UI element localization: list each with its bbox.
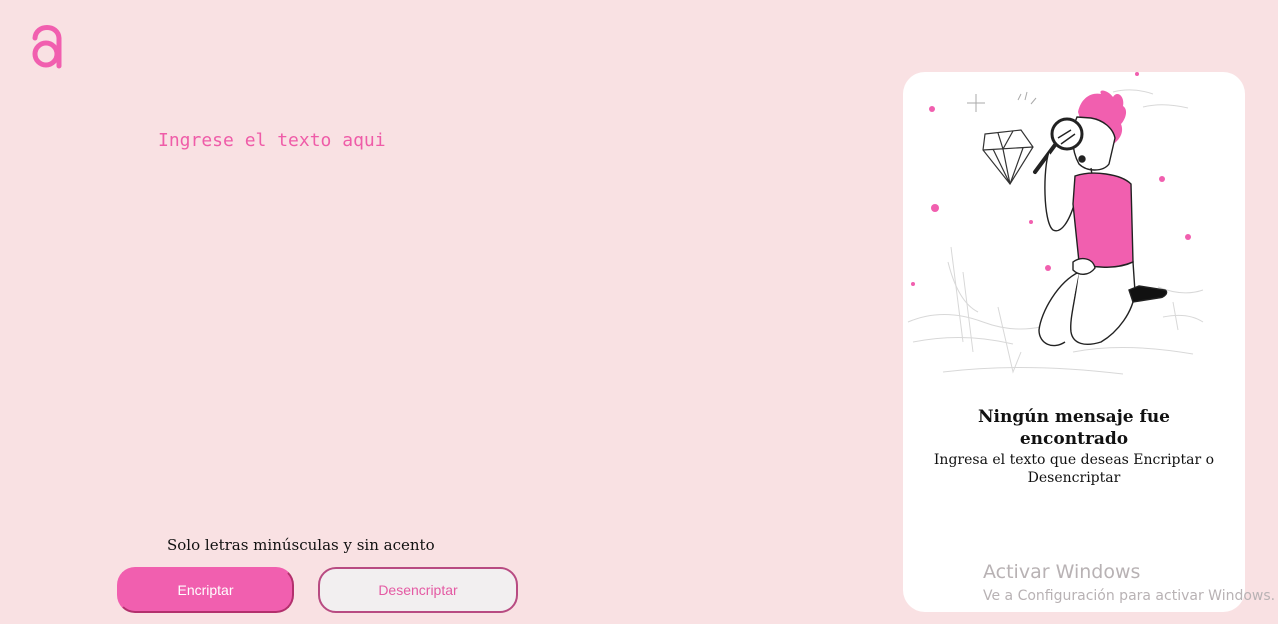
- encrypt-button-label: Encriptar: [177, 582, 234, 598]
- output-panel: Ningún mensaje fue encontrado Ingresa el…: [903, 72, 1245, 612]
- encrypt-button[interactable]: Encriptar: [117, 567, 294, 613]
- empty-state-illustration: [907, 72, 1204, 375]
- input-hint: Solo letras minúsculas y sin acento: [167, 536, 435, 554]
- empty-state-text: Ingresa el texto que deseas Encriptar o …: [933, 452, 1215, 486]
- watermark-subtitle: Ve a Configuración para activar Windows.: [983, 588, 1276, 604]
- decrypt-button-label: Desencriptar: [378, 582, 458, 598]
- hint-text: Solo letras minúsculas y sin acento: [167, 536, 435, 554]
- empty-state-title: Ningún mensaje fue encontrado: [977, 407, 1170, 449]
- decrypt-button[interactable]: Desencriptar: [318, 567, 518, 613]
- watermark-title: Activar Windows: [983, 561, 1141, 583]
- windows-activation-watermark: Activar Windows Ve a Configuración para …: [983, 560, 1275, 606]
- message-input[interactable]: [152, 124, 772, 504]
- alura-logo-icon: [32, 25, 62, 69]
